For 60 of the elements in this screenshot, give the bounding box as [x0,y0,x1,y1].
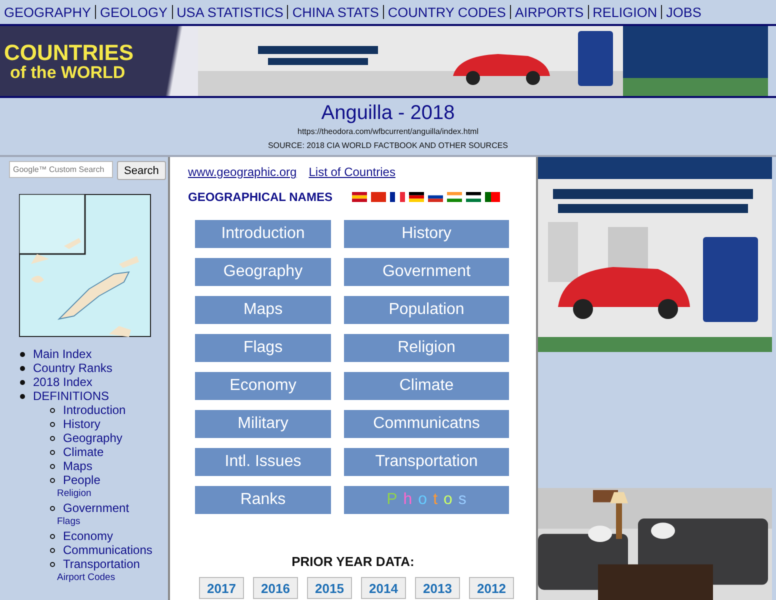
bullet-icon [20,366,25,370]
year-button[interactable]: 2013 [415,577,460,599]
sidebar-link[interactable]: 2018 Index [33,375,92,389]
source-note: SOURCE: 2018 CIA WORLD FACTBOOK AND OTHER SOURCES [266,140,510,152]
bullet-icon [50,464,55,468]
sidebar-link[interactable]: Flags [57,515,168,529]
year-button[interactable]: 2012 [469,577,514,599]
page-url: https://theodora.com/wfbcurrent/anguilla/index.html [296,126,480,138]
nav-link[interactable]: AIRPORTS [514,4,584,20]
sidebar-link[interactable]: DEFINITIONS [33,389,110,403]
nav-link[interactable]: GEOLOGY [100,4,168,20]
flag-icon[interactable] [485,192,500,202]
bullet-icon [50,408,55,412]
nav-link[interactable]: USA STATISTICS [176,4,284,20]
year-button[interactable]: 2014 [361,577,406,599]
sidebar-link[interactable]: Transportation [63,557,140,571]
sidebar-link[interactable]: Airport Codes [57,571,168,585]
flag-icon[interactable] [352,192,368,202]
bullet-icon [50,478,55,482]
flag-icon[interactable] [409,192,424,202]
sidebar-link[interactable]: Religion [57,487,168,501]
sidebar-link[interactable]: Maps [63,459,92,473]
sidebar-link[interactable]: Geography [63,431,122,445]
nav-link[interactable]: COUNTRY CODES [388,4,506,20]
nav-link[interactable]: GEOGRAPHY [4,4,92,20]
sidebar-link[interactable]: Communications [63,543,152,557]
sidebar-link[interactable]: Introduction [63,403,126,417]
nav-link[interactable]: JOBS [666,4,702,20]
section-heading: PRIOR YEAR DATA: [290,554,416,569]
bullet-icon [20,380,25,384]
search-field[interactable]: Google™ Custom Search [9,161,113,178]
bullet-icon [50,450,55,454]
nav-link[interactable]: CHINA STATS [292,4,379,20]
search-button[interactable]: Search [117,161,166,180]
text-link[interactable]: www.geographic.org [188,165,297,179]
page-title: Anguilla - 2018 [320,101,456,125]
bullet-icon [50,562,55,566]
sidebar-link[interactable]: Country Ranks [33,361,112,375]
bullet-icon [50,534,55,538]
sidebar-link[interactable]: Government [63,501,130,515]
bullet-icon [20,394,25,398]
section-heading: GEOGRAPHICAL NAMES [188,190,332,204]
year-button[interactable]: 2017 [199,577,244,599]
bullet-icon [50,422,55,426]
site-logo[interactable]: COUNTRIES of the WORLD [0,26,198,96]
bullet-icon [50,548,55,552]
sidebar-link[interactable]: Main Index [33,347,92,361]
sidebar-link[interactable]: Economy [63,529,114,543]
text-link[interactable]: List of Countries [308,165,396,179]
year-button[interactable]: 2015 [307,577,352,599]
nav-link[interactable]: RELIGION [592,4,658,20]
sidebar-link[interactable]: People [63,473,100,487]
bullet-icon [20,352,25,356]
flag-icon[interactable] [466,192,482,202]
year-button[interactable]: 2016 [253,577,298,599]
sidebar-link[interactable]: Climate [63,445,104,459]
flag-icon[interactable] [390,192,406,202]
bullet-icon [50,436,55,440]
bullet-icon [50,506,55,510]
sidebar-link[interactable]: History [63,417,100,431]
